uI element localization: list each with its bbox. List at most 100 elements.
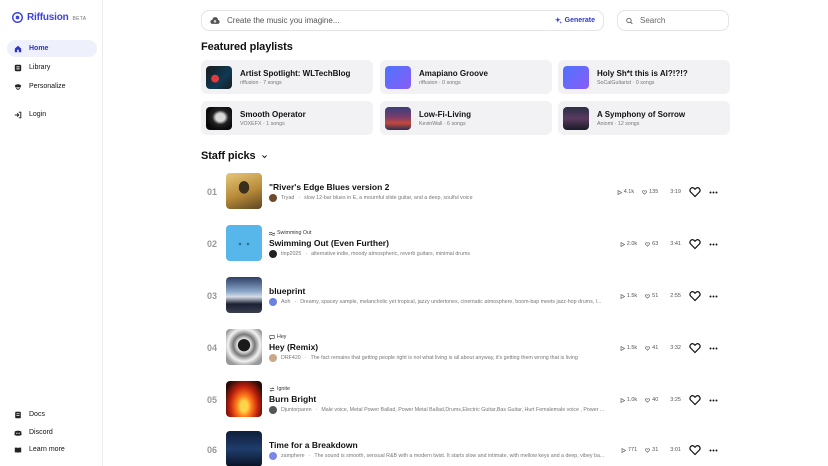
sidebar-item-discord[interactable]: Discord	[7, 424, 97, 441]
staff-picks-label: Staff picks	[201, 150, 256, 162]
more-options-button[interactable]	[707, 238, 719, 250]
playlist-meta: Aniomi · 12 songs	[597, 120, 640, 127]
track-row[interactable]: 04 Hey Hey (Remix) DRF420 · The fact remai…	[201, 322, 729, 374]
playlist-cover	[563, 65, 589, 89]
sidebar-item-login[interactable]: Login	[7, 106, 97, 123]
sidebar-item-personalize[interactable]: Personalize	[7, 78, 97, 95]
sidebar-item-home[interactable]: Home	[7, 40, 97, 57]
playlist-name: A Symphony of Sorrow	[597, 109, 686, 119]
playlist-card[interactable]: Low-Fi-Living KevinWall · 6 songs	[380, 101, 552, 135]
track-user[interactable]: tinp2025	[281, 251, 301, 257]
generate-button[interactable]: Generate	[554, 17, 595, 24]
playlist-name: Artist Spotlight: WLTechBlog	[240, 68, 351, 78]
play-count: 771	[621, 447, 637, 453]
track-duration: 2:55	[670, 293, 681, 299]
more-horizontal-icon	[709, 191, 717, 193]
more-options-button[interactable]	[707, 290, 719, 302]
track-cover[interactable]	[226, 329, 262, 365]
track-title[interactable]: Time for a Breakdown	[269, 440, 619, 450]
more-options-button[interactable]	[707, 186, 719, 198]
track-cover[interactable]	[226, 225, 262, 261]
like-count: 63	[645, 241, 658, 247]
playlist-name: Smooth Operator	[240, 109, 306, 119]
track-user[interactable]: Djuntorparen	[281, 407, 312, 413]
track-user[interactable]: Tryad	[281, 195, 294, 201]
track-duration: 3:01	[670, 447, 681, 453]
heart-small-icon	[642, 189, 648, 195]
play-icon	[621, 447, 626, 453]
avatar	[269, 354, 277, 362]
sidebar-item-learn-more[interactable]: Learn more	[7, 441, 97, 458]
sidebar-item-library[interactable]: Library	[7, 59, 97, 76]
track-row[interactable]: 02 Swimming Out Swimming Out (Even Furth…	[201, 218, 729, 270]
track-cover[interactable]	[226, 277, 262, 313]
play-count-value: 1.0k	[626, 397, 638, 403]
track-user[interactable]: DRF420	[281, 355, 301, 361]
favorite-heart-icon[interactable]	[689, 394, 701, 406]
track-title[interactable]: Swimming Out (Even Further)	[269, 238, 619, 248]
sidebar-item-label: Home	[29, 45, 49, 52]
playlist-cover	[206, 106, 232, 130]
playlist-name: Amapiano Groove	[419, 68, 488, 78]
track-title[interactable]: Burn Bright	[269, 394, 619, 404]
favorite-heart-icon[interactable]	[689, 444, 701, 456]
like-count: 41	[645, 345, 658, 351]
cloud-upload-icon[interactable]	[210, 16, 220, 25]
favorite-heart-icon[interactable]	[689, 290, 701, 302]
sidebar-item-docs[interactable]: Docs	[7, 406, 97, 423]
play-icon	[620, 241, 625, 247]
track-cover[interactable]	[226, 173, 262, 209]
track-row[interactable]: 05 Ignite Burn Bright Djuntorparen · Male …	[201, 374, 729, 426]
more-horizontal-icon	[709, 347, 717, 349]
favorite-heart-icon[interactable]	[689, 186, 701, 198]
playlist-card[interactable]: Smooth Operator VOXEFX · 1 songs	[201, 101, 373, 135]
play-count: 1.0k	[620, 397, 637, 403]
play-count-value: 4.1k	[623, 189, 635, 195]
more-options-button[interactable]	[707, 342, 719, 354]
track-description: slow 12-bar blues in E, a mournful slide…	[304, 195, 473, 201]
create-music-input[interactable]	[227, 16, 555, 25]
play-icon	[620, 293, 625, 299]
playlist-card[interactable]: Artist Spotlight: WLTechBlog riffusion · …	[201, 60, 373, 94]
track-cover[interactable]	[226, 381, 262, 417]
source-tag[interactable]: Hey	[269, 334, 619, 340]
remix-icon	[269, 386, 275, 392]
separator: ·	[315, 407, 318, 413]
favorite-heart-icon[interactable]	[689, 342, 701, 354]
track-user[interactable]: zamphere	[281, 453, 305, 459]
playlist-card[interactable]: A Symphony of Sorrow Aniomi · 12 songs	[558, 101, 730, 135]
blob-face-icon	[238, 242, 250, 246]
track-row[interactable]: 01 "River's Edge Blues version 2 Tryad · s…	[201, 166, 729, 218]
search-input[interactable]	[640, 16, 720, 25]
track-title[interactable]: Hey (Remix)	[269, 342, 619, 352]
like-count-value: 135	[649, 189, 659, 195]
like-count: 31	[645, 447, 658, 453]
source-tag[interactable]: Swimming Out	[269, 230, 619, 236]
sidebar: Riffusion BETA Home Library Personalize …	[0, 0, 103, 466]
speech-bubble-icon	[269, 334, 275, 340]
track-rank: 04	[207, 343, 218, 353]
track-title[interactable]: blueprint	[269, 286, 619, 296]
like-count: 40	[645, 397, 658, 403]
track-row[interactable]: 06 Time for a Breakdown zamphere · The sou…	[201, 424, 729, 466]
playlist-card[interactable]: Holy Sh*t this is AI?!?!? SoCalGuitarist …	[558, 60, 730, 94]
like-count-value: 41	[652, 345, 659, 351]
favorite-heart-icon[interactable]	[689, 238, 701, 250]
more-options-button[interactable]	[707, 394, 719, 406]
playlist-cover	[563, 106, 589, 130]
like-count-value: 51	[652, 293, 659, 299]
sidebar-item-label: Login	[29, 111, 47, 118]
track-cover[interactable]	[226, 431, 262, 466]
more-options-button[interactable]	[707, 444, 719, 456]
source-label: Ignite	[277, 386, 290, 392]
source-tag[interactable]: Ignite	[269, 386, 619, 392]
track-rank: 02	[207, 239, 218, 249]
app-logo[interactable]: Riffusion BETA	[12, 12, 86, 23]
play-count-value: 771	[627, 447, 638, 453]
avatar	[269, 250, 277, 258]
track-title[interactable]: "River's Edge Blues version 2	[269, 182, 619, 192]
playlist-card[interactable]: Amapiano Groove riffusion · 0 songs	[380, 60, 552, 94]
staff-picks-heading[interactable]: Staff picks	[201, 150, 268, 162]
track-user[interactable]: Aoh	[281, 299, 290, 305]
track-row[interactable]: 03 blueprint Aoh · Dreamy, spacey sample, …	[201, 270, 729, 322]
